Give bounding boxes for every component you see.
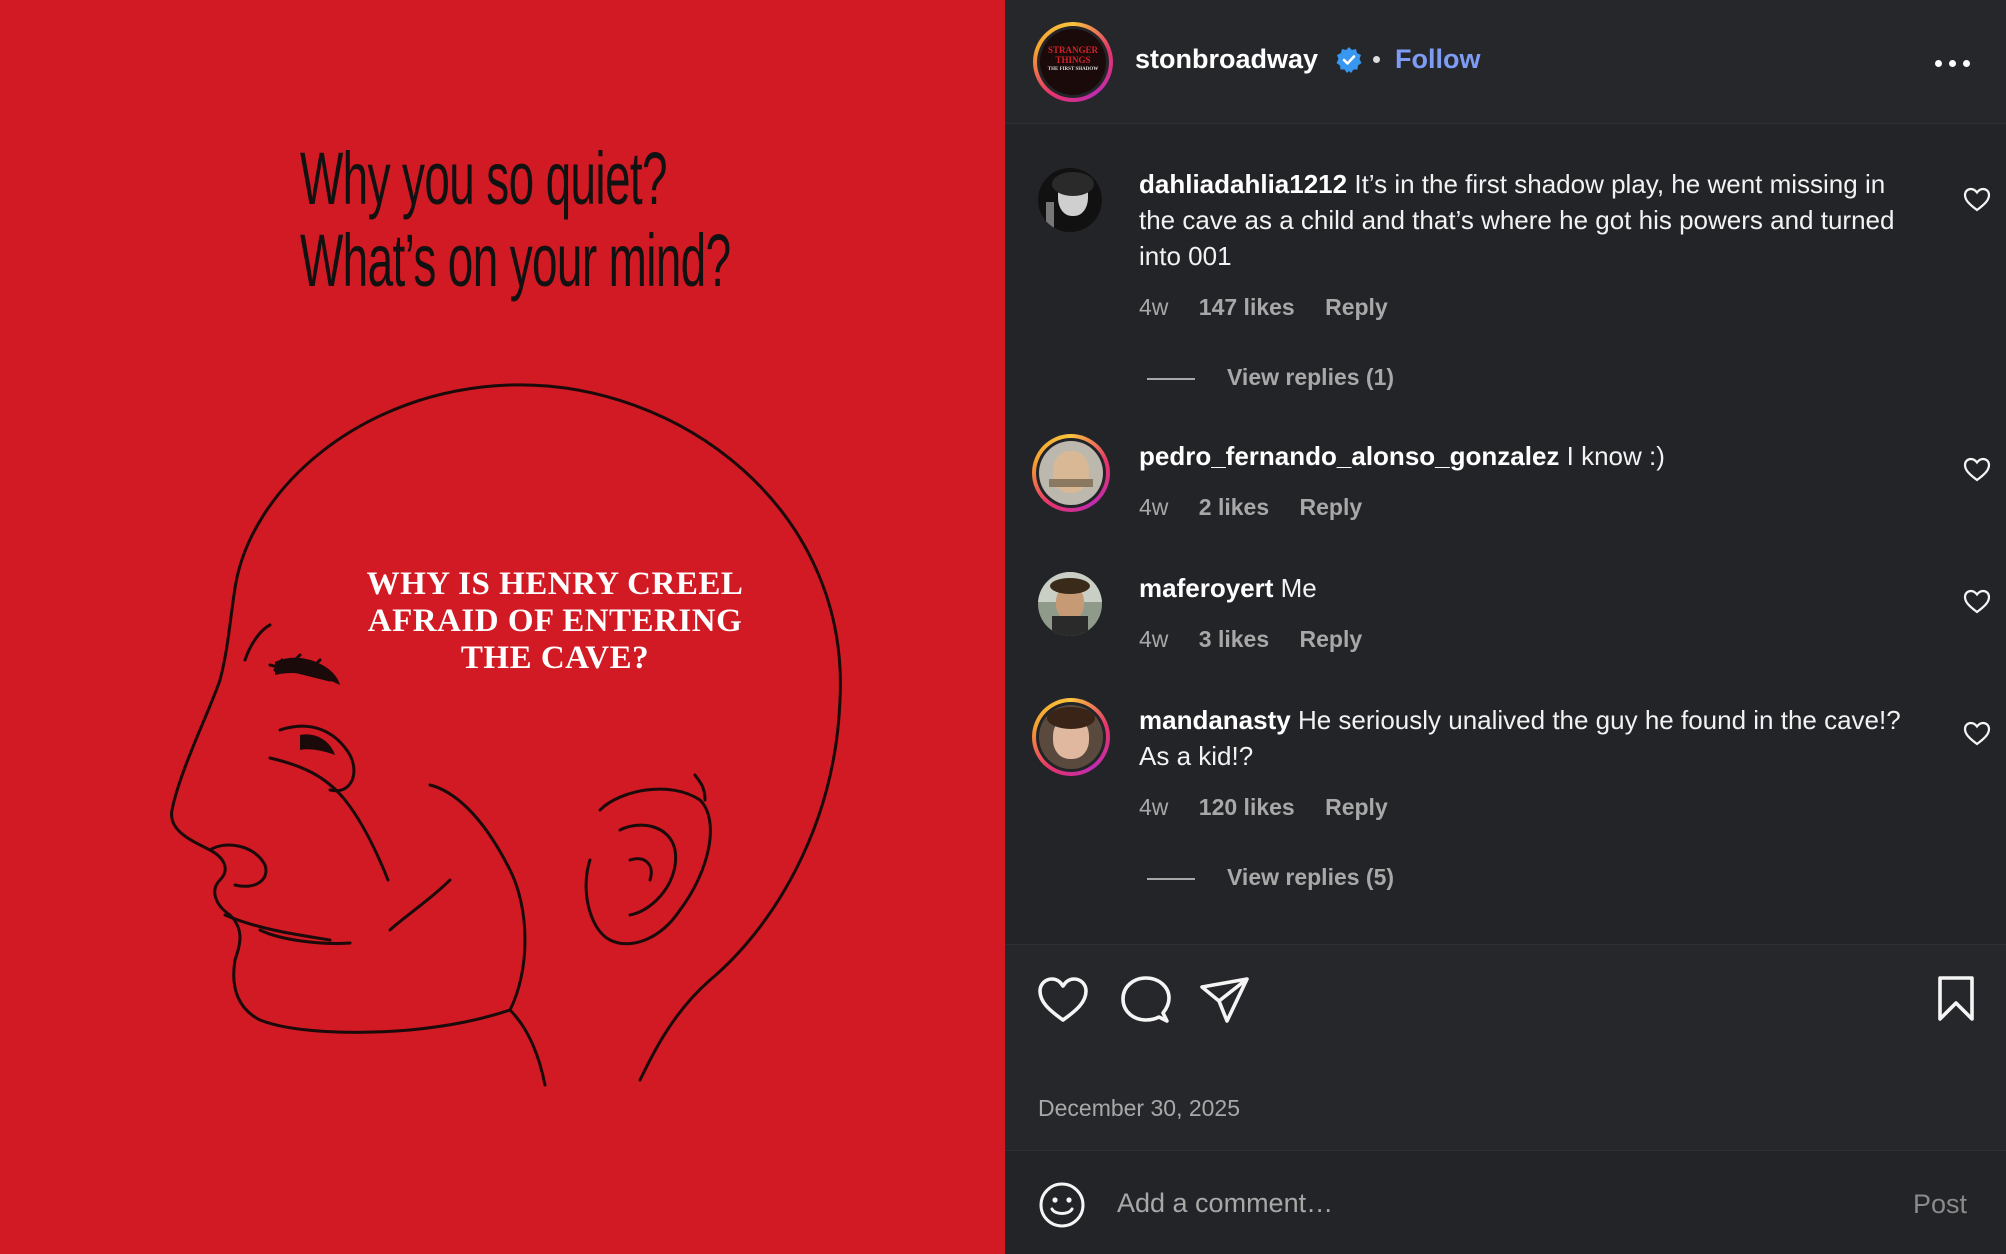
comment-time[interactable]: 4w <box>1139 294 1168 320</box>
comment-heart-icon[interactable] <box>1963 456 1991 484</box>
comment-text: dahliadahlia1212 It’s in the first shado… <box>1139 166 1909 274</box>
comment-bubble-icon[interactable] <box>1119 975 1171 1025</box>
comment-likes[interactable]: 2 likes <box>1199 494 1269 520</box>
follow-button[interactable]: Follow <box>1395 44 1480 75</box>
comment-likes[interactable]: 120 likes <box>1199 794 1295 820</box>
add-comment-bar: Post <box>1005 1150 2006 1254</box>
comment-body: Me <box>1280 573 1317 603</box>
post-date[interactable]: December 30, 2025 <box>1038 1095 1240 1122</box>
avatar-logo-text-2: THINGS <box>1055 55 1091 65</box>
comment-heart-icon[interactable] <box>1963 186 1991 214</box>
poster-headline-line2: What’s on your mind? <box>300 219 731 302</box>
heart-icon[interactable] <box>1037 975 1089 1025</box>
comment-time[interactable]: 4w <box>1139 794 1168 820</box>
post-actions-bar: December 30, 2025 <box>1005 944 2006 1150</box>
reply-button[interactable]: Reply <box>1300 626 1363 652</box>
add-comment-input[interactable] <box>1117 1177 1817 1229</box>
comment-heart-icon[interactable] <box>1963 588 1991 616</box>
comment-time[interactable]: 4w <box>1139 626 1168 652</box>
comment-heart-icon[interactable] <box>1963 720 1991 748</box>
comment-username[interactable]: mandanasty <box>1139 705 1291 735</box>
commenter-avatar[interactable] <box>1038 572 1102 636</box>
avatar-logo-text-3: THE FIRST SHADOW <box>1047 67 1099 72</box>
view-replies-button[interactable]: View replies (1) <box>1147 364 1394 391</box>
commenter-avatar[interactable] <box>1038 168 1102 232</box>
comment-username[interactable]: pedro_fernando_alonso_gonzalez <box>1139 441 1559 471</box>
poster-question: WHY IS HENRY CREEL AFRAID OF ENTERING TH… <box>366 566 744 676</box>
author-avatar[interactable]: STRANGER THINGS THE FIRST SHADOW <box>1033 22 1113 102</box>
comment-text: mandanasty He seriously unalived the guy… <box>1139 702 1909 774</box>
comment-text: pedro_fernando_alonso_gonzalez I know :) <box>1139 438 1909 474</box>
commenter-avatar[interactable] <box>1032 434 1110 512</box>
view-replies-label: View replies (1) <box>1227 364 1395 390</box>
post-image: Why you so quiet? What’s on your mind? W… <box>0 0 1005 1254</box>
reply-button[interactable]: Reply <box>1325 294 1388 320</box>
poster-headline: Why you so quiet? What’s on your mind? <box>300 137 731 302</box>
reply-button[interactable]: Reply <box>1300 494 1363 520</box>
comment-time[interactable]: 4w <box>1139 494 1168 520</box>
verified-badge-icon <box>1336 47 1362 73</box>
comment-text: maferoyert Me <box>1139 570 1909 606</box>
comment-likes[interactable]: 147 likes <box>1199 294 1295 320</box>
comment-likes[interactable]: 3 likes <box>1199 626 1269 652</box>
post-comment-button[interactable]: Post <box>1913 1189 1967 1220</box>
poster-headline-line1: Why you so quiet? <box>300 137 668 220</box>
head-profile-drawing <box>170 383 842 1087</box>
bookmark-icon[interactable] <box>1935 975 1977 1023</box>
view-replies-label: View replies (5) <box>1227 864 1395 890</box>
comment-username[interactable]: maferoyert <box>1139 573 1273 603</box>
view-replies-button[interactable]: View replies (5) <box>1147 864 1394 891</box>
comment-username[interactable]: dahliadahlia1212 <box>1139 169 1347 199</box>
more-options-icon[interactable] <box>1933 48 1973 78</box>
smiley-icon[interactable] <box>1038 1181 1086 1229</box>
post-header: STRANGER THINGS THE FIRST SHADOW stonbro… <box>1005 0 2006 124</box>
commenter-avatar[interactable] <box>1032 698 1110 776</box>
comment-meta: 4w 120 likes Reply <box>1139 794 1412 821</box>
comment-meta: 4w 147 likes Reply <box>1139 294 1412 321</box>
comment-meta: 4w 3 likes Reply <box>1139 626 1386 653</box>
separator-dot <box>1373 56 1380 63</box>
paper-plane-icon[interactable] <box>1199 975 1251 1025</box>
comments-panel: STRANGER THINGS THE FIRST SHADOW stonbro… <box>1005 0 2006 1254</box>
author-username[interactable]: stonbroadway <box>1135 44 1318 75</box>
avatar-logo-text-1: STRANGER <box>1047 45 1098 55</box>
comment-body: I know :) <box>1566 441 1665 471</box>
comment-meta: 4w 2 likes Reply <box>1139 494 1386 521</box>
reply-button[interactable]: Reply <box>1325 794 1388 820</box>
